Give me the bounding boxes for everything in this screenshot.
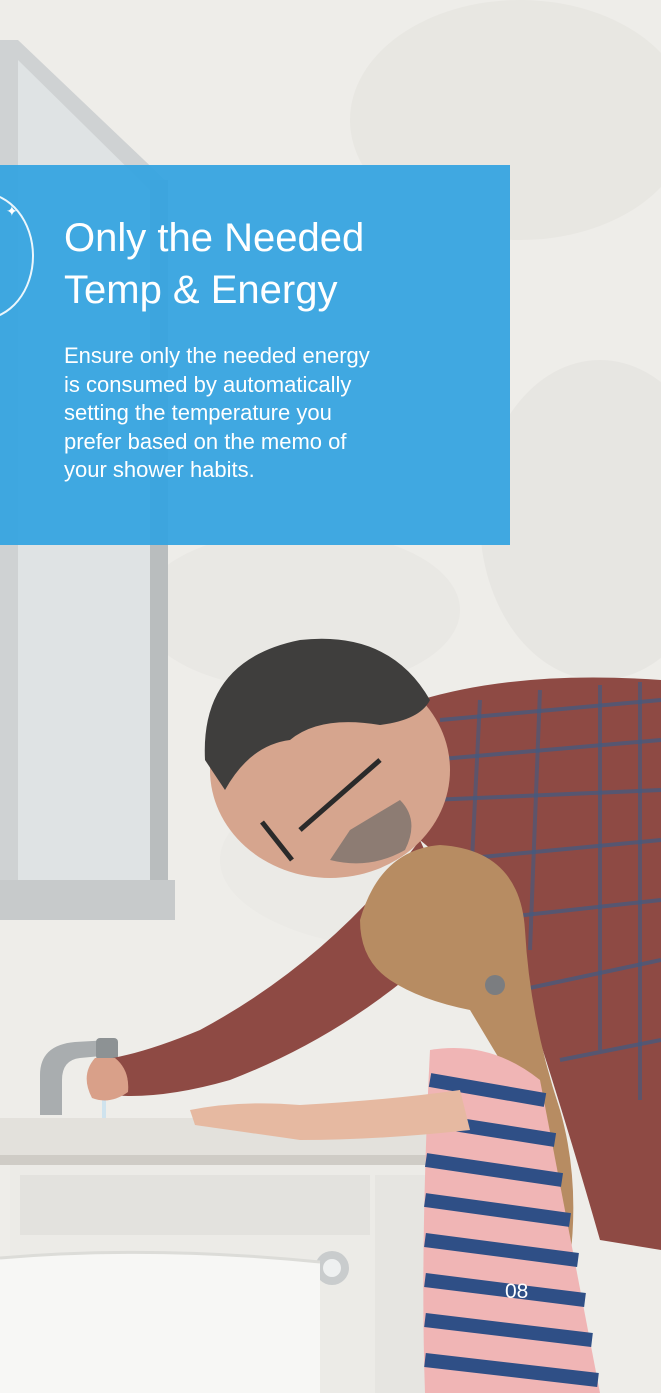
feature-title: Only the Needed Temp & Energy (64, 212, 484, 316)
feature-title-line-1: Only the Needed (64, 216, 365, 260)
description-line: setting the temperature you (64, 400, 332, 425)
description-line: Ensure only the needed energy (64, 343, 370, 368)
brochure-page: ✦ Only the Needed Temp & Energy Ensure o… (0, 0, 661, 1393)
energy-icon: ✦ (6, 203, 18, 219)
feature-title-line-2: Temp & Energy (64, 268, 338, 312)
description-line: is consumed by automatically (64, 371, 352, 397)
description-line: your shower habits. (64, 457, 255, 482)
description-line: prefer based on the memo of (64, 428, 347, 454)
feature-description: Ensure only the needed energy is consume… (64, 342, 484, 485)
page-number: 08 (505, 1280, 529, 1303)
